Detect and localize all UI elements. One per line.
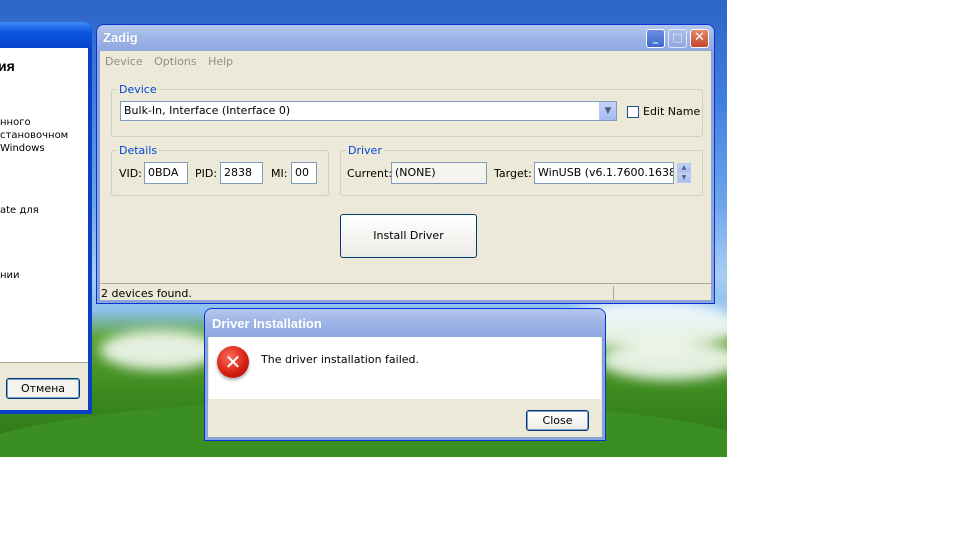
cancel-button[interactable]: Отмена (6, 378, 80, 399)
mi-label: MI: (271, 167, 288, 180)
zadig-window: Zadig _ □ ✕ Device Options Help Device B… (96, 24, 715, 304)
close-icon[interactable]: ✕ (690, 29, 709, 48)
close-button[interactable]: Close (526, 410, 589, 431)
chevron-down-icon[interactable]: ▼ (599, 102, 616, 120)
driver-legend: Driver (348, 144, 382, 157)
target-spinner[interactable]: ▲ ▼ (677, 163, 691, 184)
target-driver-field[interactable]: WinUSB (v6.1.7600.16385) (534, 162, 674, 184)
menu-options[interactable]: Options (150, 53, 200, 70)
pid-field[interactable]: 2838 (220, 162, 263, 184)
installer-text-line: становочном (0, 130, 69, 141)
device-select-value: Bulk-In, Interface (Interface 0) (124, 104, 291, 117)
details-legend: Details (119, 144, 158, 157)
current-driver-label: Current: (347, 167, 393, 180)
dialog-message-area (209, 337, 601, 399)
status-text: 2 devices found. (101, 287, 192, 300)
pid-label: PID: (195, 167, 218, 180)
device-select[interactable]: Bulk-In, Interface (Interface 0) ▼ (120, 101, 617, 121)
installer-text-line: нного (0, 117, 31, 128)
installer-text-line: нии (0, 270, 20, 281)
device-legend: Device (119, 83, 157, 96)
error-icon: ✕ (217, 346, 249, 378)
minimize-button[interactable]: _ (646, 29, 665, 48)
maximize-button[interactable]: □ (668, 29, 687, 48)
dialog-title: Driver Installation (212, 316, 322, 331)
menu-device[interactable]: Device (101, 53, 147, 70)
vid-field[interactable]: 0BDA (144, 162, 188, 184)
current-driver-field: (NONE) (391, 162, 487, 184)
target-driver-label: Target: (494, 167, 532, 180)
dialog-message: The driver installation failed. (261, 353, 420, 366)
spin-up-icon[interactable]: ▲ (677, 163, 691, 173)
spin-down-icon[interactable]: ▼ (677, 173, 691, 183)
installer-titlebar[interactable] (0, 22, 92, 48)
driver-installation-dialog: Driver Installation ✕ The driver install… (204, 308, 606, 441)
installer-text-line: Windows (0, 143, 45, 154)
install-driver-button[interactable]: Install Driver (340, 214, 477, 258)
window-title: Zadig (103, 30, 138, 45)
edit-name-label: Edit Name (643, 105, 701, 118)
vid-label: VID: (119, 167, 142, 180)
cloud (100, 330, 220, 370)
mi-field[interactable]: 00 (291, 162, 317, 184)
zadig-titlebar[interactable]: Zadig _ □ ✕ (97, 25, 714, 51)
installer-window: ия нного становочном Windows ate для нии… (0, 22, 92, 414)
status-bar: 2 devices found. (99, 283, 712, 303)
menu-help[interactable]: Help (204, 53, 237, 70)
menu-bar: Device Options Help (101, 53, 710, 71)
cloud (600, 340, 727, 380)
dialog-titlebar[interactable]: Driver Installation (205, 309, 605, 337)
status-divider (613, 286, 614, 302)
installer-body (0, 48, 88, 410)
edit-name-checkbox[interactable] (627, 106, 639, 118)
installer-heading: ия (0, 58, 15, 74)
installer-text-line: ate для (0, 205, 39, 216)
